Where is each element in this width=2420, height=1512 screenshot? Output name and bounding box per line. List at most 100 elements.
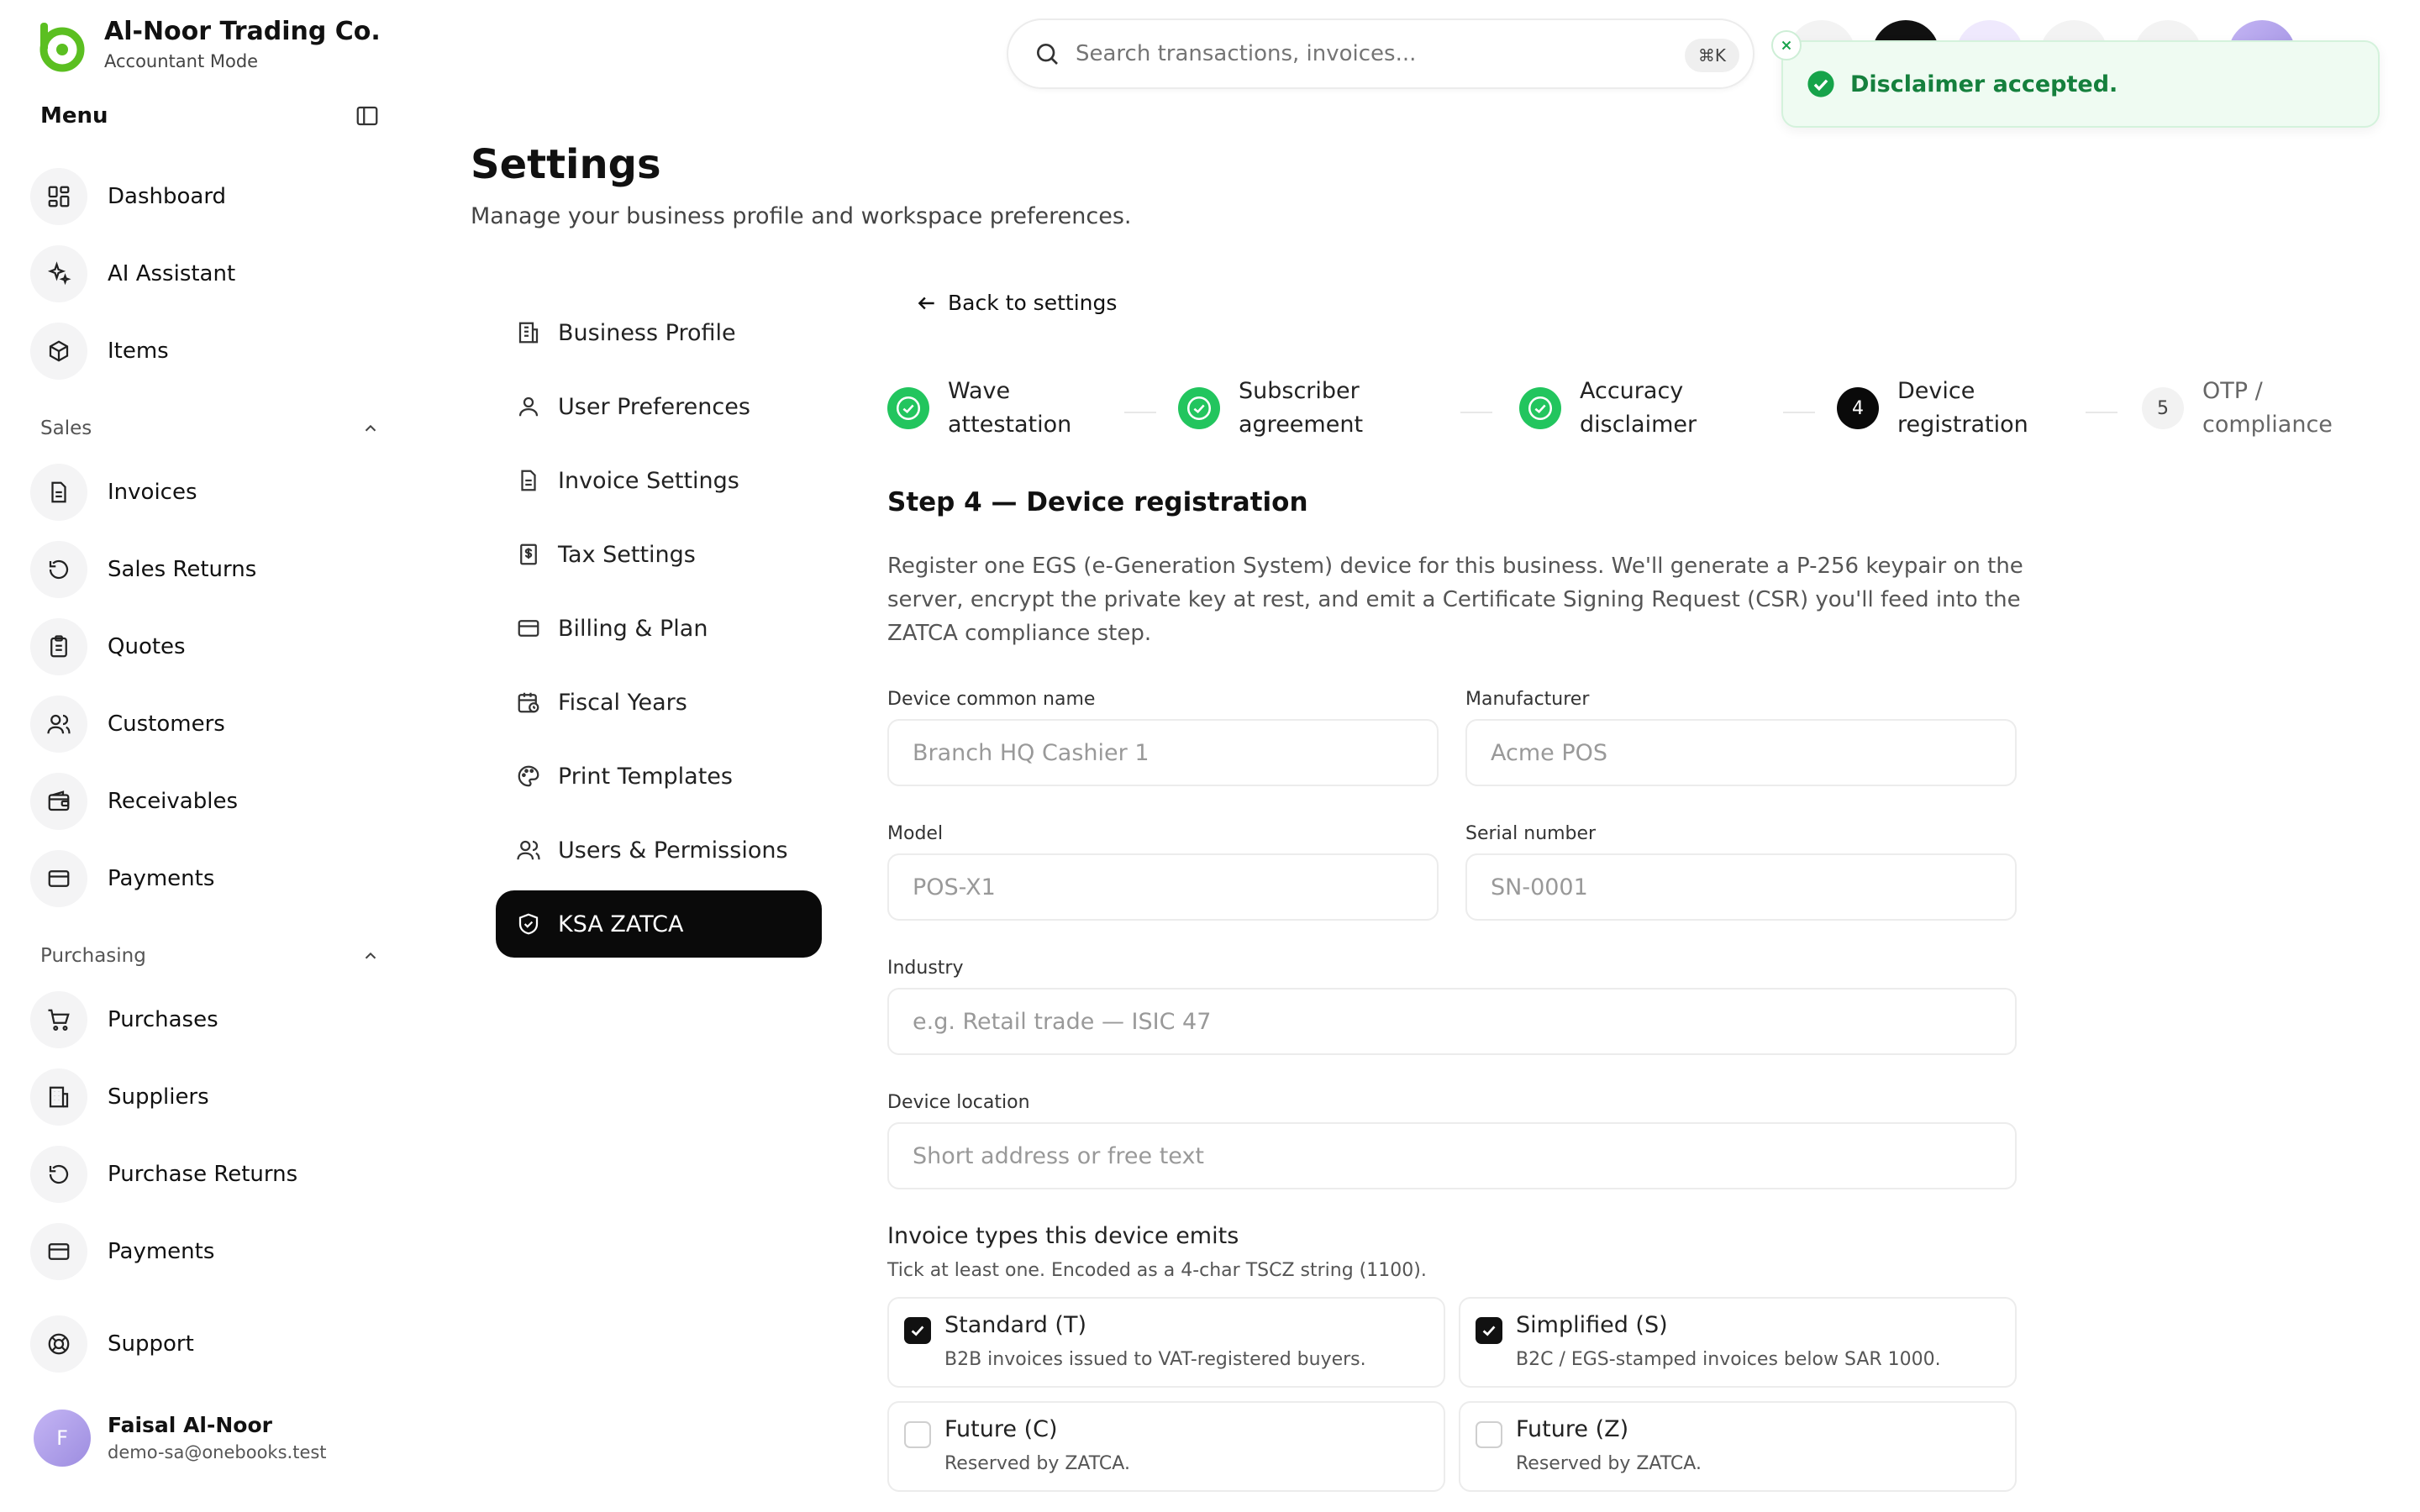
sidebar-item-support[interactable]: Support: [30, 1312, 383, 1376]
sidebar-item-label: Sales Returns: [108, 557, 257, 582]
arrow-left-icon: [918, 297, 934, 309]
sidebar-toggle-icon[interactable]: [355, 103, 380, 129]
simplified-checkbox[interactable]: [1476, 1317, 1502, 1344]
shield-icon: [518, 913, 539, 935]
search-icon: [1037, 44, 1058, 65]
standard-checkbox[interactable]: [904, 1317, 931, 1344]
settings-nav-fiscal-years[interactable]: Fiscal Years: [496, 669, 822, 736]
sidebar-item-payments[interactable]: Payments: [30, 847, 383, 911]
user-icon: [518, 396, 539, 417]
toast-close-button[interactable]: [1771, 30, 1802, 60]
step-device-registration[interactable]: 4 Device registration: [1837, 375, 2049, 442]
close-icon: [1781, 40, 1791, 50]
sidebar-item-label: Purchase Returns: [108, 1162, 298, 1187]
page-subtitle: Manage your business profile and workspa…: [471, 203, 1132, 229]
sparkle-icon: [47, 261, 71, 286]
manufacturer-input[interactable]: [1465, 719, 2017, 786]
sidebar-item-customers[interactable]: Customers: [30, 692, 383, 756]
sidebar-item-invoices[interactable]: Invoices: [30, 460, 383, 524]
sidebar-item-label: Suppliers: [108, 1084, 209, 1110]
device-location-label: Device location: [887, 1092, 1030, 1113]
step-accuracy-disclaimer[interactable]: Accuracy disclaimer: [1519, 375, 1731, 442]
user-name: Faisal Al-Noor: [108, 1413, 272, 1437]
device-location-input[interactable]: [887, 1122, 2017, 1189]
sidebar-item-receivables[interactable]: Receivables: [30, 769, 383, 833]
invoice-type-future-z[interactable]: Future (Z) Reserved by ZATCA.: [1459, 1401, 2017, 1492]
invoice-type-standard[interactable]: Standard (T) B2B invoices issued to VAT-…: [887, 1297, 1445, 1388]
clipboard-icon: [50, 635, 67, 658]
invoice-type-desc: Reserved by ZATCA.: [1516, 1453, 1702, 1474]
settings-nav-tax-settings[interactable]: Tax Settings: [496, 521, 822, 588]
box-icon: [49, 340, 69, 362]
sidebar-item-purchases[interactable]: Purchases: [30, 988, 383, 1052]
lifebuoy-icon: [48, 1333, 70, 1355]
search-input[interactable]: [1076, 41, 1655, 66]
sidebar-item-label: Support: [108, 1331, 194, 1357]
calendar-icon: [518, 692, 539, 713]
settings-nav-business-profile[interactable]: Business Profile: [496, 299, 822, 366]
settings-nav-billing-plan[interactable]: Billing & Plan: [496, 595, 822, 662]
settings-nav-label: Print Templates: [558, 763, 733, 790]
step-label: Subscriber agreement: [1239, 378, 1364, 438]
step-status-done: [1519, 387, 1561, 429]
back-to-settings-link[interactable]: Back to settings: [916, 291, 1117, 315]
sidebar-item-suppliers[interactable]: Suppliers: [30, 1065, 383, 1129]
settings-nav-ksa-zatca[interactable]: KSA ZATCA: [496, 890, 822, 958]
chevron-up-icon: [365, 952, 376, 959]
future-z-checkbox[interactable]: [1476, 1421, 1502, 1448]
sidebar-item-dashboard[interactable]: Dashboard: [30, 165, 383, 228]
sidebar-item-quotes[interactable]: Quotes: [30, 615, 383, 679]
sidebar-item-label: Invoices: [108, 480, 197, 505]
sidebar-item-purchase-returns[interactable]: Purchase Returns: [30, 1142, 383, 1206]
step-otp-compliance[interactable]: 5 OTP / compliance: [2142, 375, 2354, 442]
sales-group-header[interactable]: Sales: [40, 412, 380, 445]
settings-nav-label: Tax Settings: [558, 541, 696, 568]
sidebar-item-ai-assistant[interactable]: AI Assistant: [30, 242, 383, 306]
settings-nav-print-templates[interactable]: Print Templates: [496, 743, 822, 810]
sidebar-item-sales-returns[interactable]: Sales Returns: [30, 538, 383, 601]
settings-nav-invoice-settings[interactable]: Invoice Settings: [496, 447, 822, 514]
device-common-name-input[interactable]: [887, 719, 1439, 786]
cart-icon: [48, 1009, 70, 1031]
page-title: Settings: [471, 141, 661, 188]
sidebar-item-items[interactable]: Items: [30, 319, 383, 383]
search-bar[interactable]: ⌘K: [1007, 18, 1754, 89]
invoice-types-hint: Tick at least one. Encoded as a 4-char T…: [887, 1260, 1427, 1281]
user-profile[interactable]: F Faisal Al-Noor demo-sa@onebooks.test: [34, 1410, 327, 1467]
rotate-icon: [49, 559, 69, 580]
step-subscriber-agreement[interactable]: Subscriber agreement: [1178, 375, 1390, 442]
step-status-done: [887, 387, 929, 429]
sidebar-item-purchase-payments[interactable]: Payments: [30, 1220, 383, 1284]
sidebar-item-label: Receivables: [108, 789, 238, 814]
invoice-type-title: Simplified (S): [1516, 1312, 1668, 1338]
step-wave-attestation[interactable]: Wave attestation: [887, 375, 1099, 442]
settings-nav-users-permissions[interactable]: Users & Permissions: [496, 816, 822, 884]
device-common-name-label: Device common name: [887, 689, 1096, 710]
sidebar-item-label: Payments: [108, 1239, 215, 1264]
future-c-checkbox[interactable]: [904, 1421, 931, 1448]
model-input[interactable]: [887, 853, 1439, 921]
step-number: 4: [1837, 387, 1879, 429]
settings-nav-label: Billing & Plan: [558, 615, 708, 642]
stepper-connector: [2086, 412, 2118, 413]
industry-input[interactable]: [887, 988, 2017, 1055]
brand-logo-icon: [39, 23, 85, 72]
invoice-type-simplified[interactable]: Simplified (S) B2C / EGS-stamped invoice…: [1459, 1297, 2017, 1388]
sidebar-item-label: Dashboard: [108, 184, 227, 209]
sidebar-item-label: AI Assistant: [108, 261, 236, 286]
brand[interactable]: Al-Noor Trading Co. Accountant Mode: [32, 17, 381, 76]
menu-header: Menu: [40, 99, 380, 133]
checkmark-icon: [1482, 1326, 1496, 1336]
model-label: Model: [887, 823, 944, 844]
check-circle-icon: [896, 396, 921, 421]
industry-label: Industry: [887, 958, 964, 979]
building-icon: [49, 1086, 69, 1108]
invoice-type-future-c[interactable]: Future (C) Reserved by ZATCA.: [887, 1401, 1445, 1492]
check-circle-icon: [1528, 396, 1553, 421]
serial-number-input[interactable]: [1465, 853, 2017, 921]
manufacturer-label: Manufacturer: [1465, 689, 1590, 710]
sidebar: Al-Noor Trading Co. Accountant Mode Menu…: [0, 0, 395, 1512]
chevron-up-icon: [365, 424, 376, 432]
settings-nav-user-preferences[interactable]: User Preferences: [496, 373, 822, 440]
purchasing-group-header[interactable]: Purchasing: [40, 939, 380, 973]
